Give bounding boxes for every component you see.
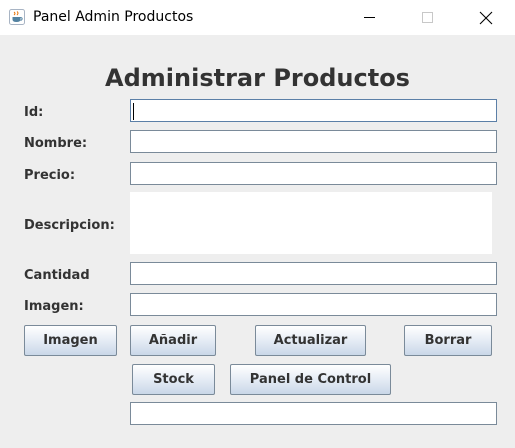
imagen-field[interactable] [130, 293, 497, 316]
imagen-label: Imagen: [24, 299, 84, 314]
admin-products-window: Panel Admin Productos Administrar Produc… [0, 0, 515, 448]
nombre-field[interactable] [130, 130, 497, 153]
imagen-button[interactable]: Imagen [24, 325, 117, 356]
title-bar[interactable]: Panel Admin Productos [0, 0, 515, 35]
id-label: Id: [24, 105, 44, 120]
precio-label: Precio: [24, 168, 76, 183]
maximize-button[interactable] [405, 0, 451, 35]
cantidad-field[interactable] [130, 262, 497, 285]
stock-button[interactable]: Stock [132, 364, 215, 395]
close-icon [479, 11, 493, 25]
descripcion-textarea[interactable] [130, 192, 492, 254]
id-field[interactable] [130, 99, 497, 122]
java-cup-icon [9, 9, 25, 25]
window-title: Panel Admin Productos [33, 9, 194, 25]
text-caret [133, 103, 134, 120]
minimize-button[interactable] [347, 0, 393, 35]
cantidad-label: Cantidad [24, 268, 90, 283]
precio-field[interactable] [130, 162, 497, 185]
descripcion-label: Descripcion: [24, 218, 115, 233]
extra-field[interactable] [130, 402, 497, 425]
maximize-icon [422, 12, 433, 23]
close-button[interactable] [463, 0, 509, 35]
minimize-icon [364, 17, 375, 18]
borrar-button[interactable]: Borrar [404, 325, 492, 356]
actualizar-button[interactable]: Actualizar [255, 325, 366, 356]
nombre-label: Nombre: [24, 136, 88, 151]
panel-control-button[interactable]: Panel de Control [230, 364, 391, 395]
page-title: Administrar Productos [105, 64, 410, 92]
anadir-button[interactable]: Añadir [130, 325, 216, 356]
